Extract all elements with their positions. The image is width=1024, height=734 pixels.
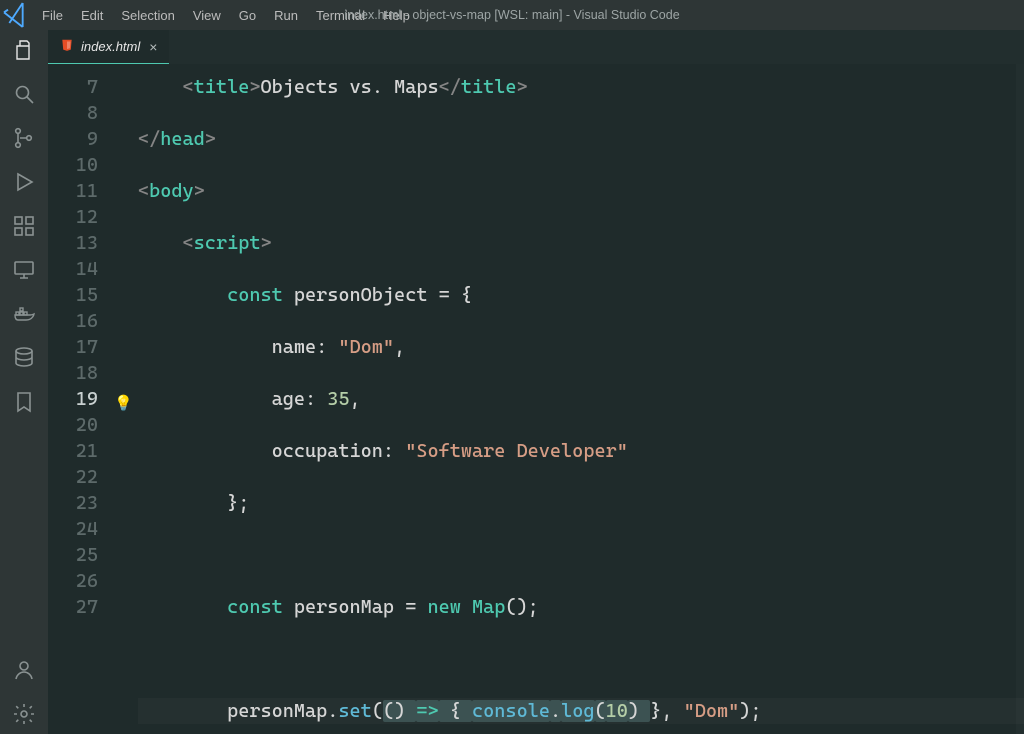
account-icon[interactable] xyxy=(10,656,38,684)
line-number: 8 xyxy=(48,100,98,126)
minimap[interactable] xyxy=(1016,64,1024,734)
bookmark-icon[interactable] xyxy=(10,388,38,416)
code-line[interactable]: }; xyxy=(138,490,1024,516)
line-number: 17 xyxy=(48,334,98,360)
code-line[interactable]: const personObject = { xyxy=(138,282,1024,308)
line-number: 23 xyxy=(48,490,98,516)
code-line[interactable]: age: 35, xyxy=(138,386,1024,412)
line-number: 12 xyxy=(48,204,98,230)
menu-item-run[interactable]: Run xyxy=(266,4,306,27)
code-line[interactable]: personMap.set(() => { console.log(10) },… xyxy=(138,698,1024,724)
menu-bar: FileEditSelectionViewGoRunTerminalHelp xyxy=(32,4,418,27)
search-icon[interactable] xyxy=(10,80,38,108)
line-number: 18 xyxy=(48,360,98,386)
remote-explorer-icon[interactable] xyxy=(10,256,38,284)
line-number: 15 xyxy=(48,282,98,308)
line-number: 21 xyxy=(48,438,98,464)
code-line[interactable]: const personMap = new Map(); xyxy=(138,594,1024,620)
line-number: 14 xyxy=(48,256,98,282)
close-icon[interactable]: × xyxy=(147,39,157,55)
line-number: 26 xyxy=(48,568,98,594)
line-number: 27 xyxy=(48,594,98,620)
extensions-icon[interactable] xyxy=(10,212,38,240)
code-line[interactable] xyxy=(138,646,1024,672)
line-number: 22 xyxy=(48,464,98,490)
database-icon[interactable] xyxy=(10,344,38,372)
code-line[interactable]: </head> xyxy=(138,126,1024,152)
tab-index-html[interactable]: index.html × xyxy=(48,30,169,64)
activity-bar xyxy=(0,30,48,734)
run-debug-icon[interactable] xyxy=(10,168,38,196)
code-line[interactable]: <script> xyxy=(138,230,1024,256)
docker-icon[interactable] xyxy=(10,300,38,328)
menu-item-edit[interactable]: Edit xyxy=(73,4,111,27)
line-number: 24 xyxy=(48,516,98,542)
code-line[interactable] xyxy=(138,542,1024,568)
explorer-icon[interactable] xyxy=(10,36,38,64)
code-line[interactable]: <body> xyxy=(138,178,1024,204)
line-number-gutter: 789101112131415161718192021222324252627 xyxy=(48,74,118,734)
menu-item-file[interactable]: File xyxy=(34,4,71,27)
editor-tabs: index.html × xyxy=(48,30,1024,64)
editor-area: index.html × 789101112131415161718192021… xyxy=(48,30,1024,734)
line-number: 19 xyxy=(48,386,98,412)
code-line[interactable]: <title>Objects vs. Maps</title> xyxy=(138,74,1024,100)
vscode-logo-icon xyxy=(0,0,32,31)
menu-item-go[interactable]: Go xyxy=(231,4,264,27)
line-number: 16 xyxy=(48,308,98,334)
tab-filename: index.html xyxy=(81,39,140,54)
lightbulb-icon[interactable]: 💡 xyxy=(114,390,133,416)
line-number: 9 xyxy=(48,126,98,152)
line-number: 10 xyxy=(48,152,98,178)
code-line[interactable]: occupation: "Software Developer" xyxy=(138,438,1024,464)
menu-item-help[interactable]: Help xyxy=(375,4,418,27)
menu-item-selection[interactable]: Selection xyxy=(113,4,182,27)
title-bar: FileEditSelectionViewGoRunTerminalHelp i… xyxy=(0,0,1024,30)
glyph-margin: 💡 xyxy=(118,74,138,734)
html-file-icon xyxy=(60,38,74,55)
line-number: 20 xyxy=(48,412,98,438)
code-line[interactable]: name: "Dom", xyxy=(138,334,1024,360)
source-control-icon[interactable] xyxy=(10,124,38,152)
menu-item-view[interactable]: View xyxy=(185,4,229,27)
menu-item-terminal[interactable]: Terminal xyxy=(308,4,373,27)
line-number: 13 xyxy=(48,230,98,256)
code-editor[interactable]: 789101112131415161718192021222324252627 … xyxy=(48,64,1024,734)
workbench: index.html × 789101112131415161718192021… xyxy=(0,30,1024,734)
line-number: 7 xyxy=(48,74,98,100)
code-lines[interactable]: <title>Objects vs. Maps</title> </head> … xyxy=(138,74,1024,734)
line-number: 11 xyxy=(48,178,98,204)
settings-gear-icon[interactable] xyxy=(10,700,38,728)
line-number: 25 xyxy=(48,542,98,568)
